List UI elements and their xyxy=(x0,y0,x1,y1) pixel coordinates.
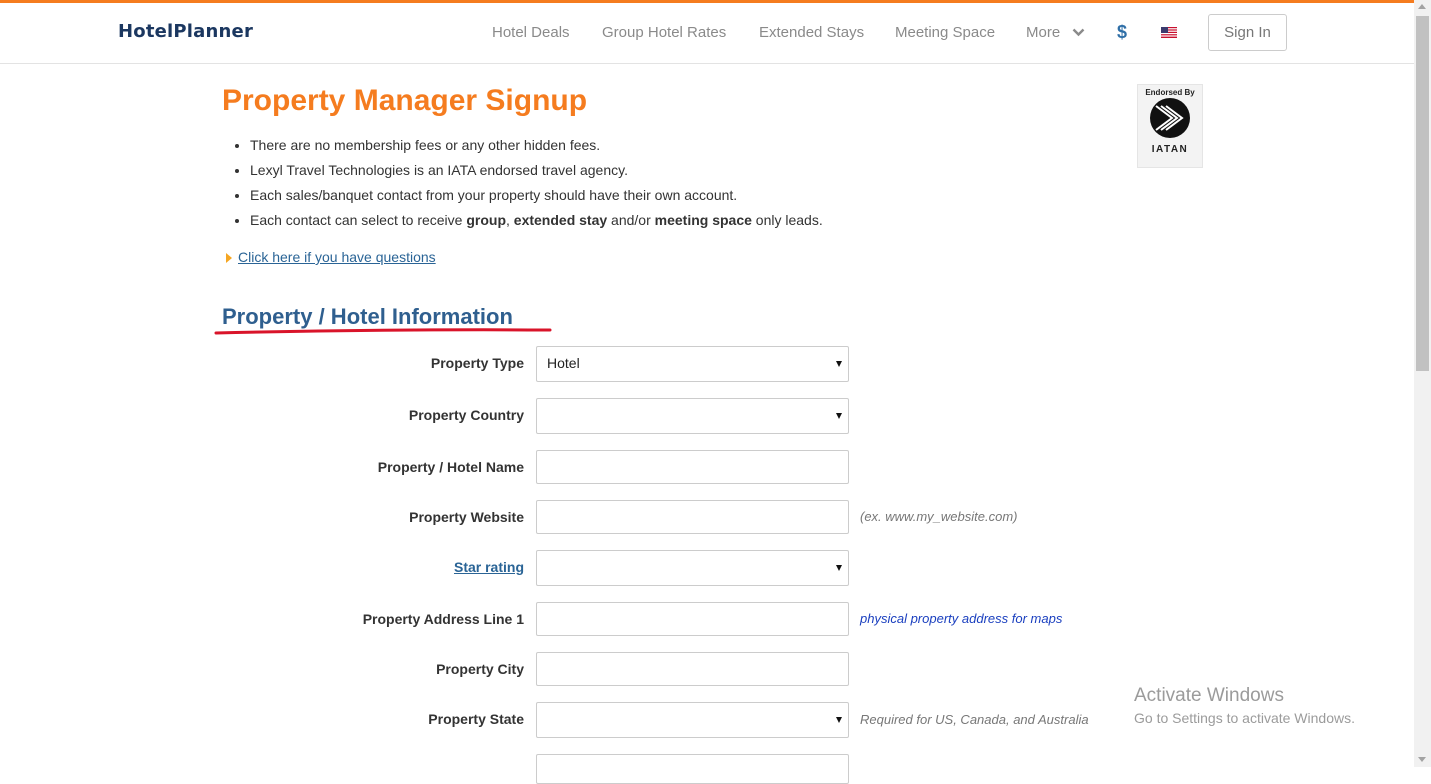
dropdown-arrow-icon xyxy=(836,565,842,571)
page-title: Property Manager Signup xyxy=(222,84,588,117)
list-item: Each sales/banquet contact from your pro… xyxy=(250,186,823,211)
property-type-select[interactable]: Hotel xyxy=(536,346,849,382)
address-line1-label: Property Address Line 1 xyxy=(362,611,524,627)
hotelplanner-logo[interactable]: HotelPlanner xyxy=(118,21,253,42)
iatan-badge: Endorsed By IATAN xyxy=(1137,84,1203,168)
property-name-input[interactable] xyxy=(536,450,849,484)
questions-link[interactable]: Click here if you have questions xyxy=(238,249,436,265)
postal-code-input[interactable] xyxy=(536,754,849,784)
property-website-input[interactable] xyxy=(536,500,849,534)
nav-more-label: More xyxy=(1026,24,1061,41)
dropdown-arrow-icon xyxy=(836,413,842,419)
property-country-select[interactable] xyxy=(536,398,849,434)
red-underline-annotation xyxy=(214,328,552,335)
nav-extended-stays[interactable]: Extended Stays xyxy=(759,24,864,41)
nav-hotel-deals[interactable]: Hotel Deals xyxy=(492,24,570,41)
address-line1-input[interactable] xyxy=(536,602,849,636)
scrollbar-thumb[interactable] xyxy=(1416,16,1429,371)
page-scrollbar[interactable] xyxy=(1414,0,1431,767)
currency-selector[interactable]: $ xyxy=(1117,22,1127,43)
state-hint: Required for US, Canada, and Australia xyxy=(860,712,1089,727)
dropdown-arrow-icon xyxy=(836,361,842,367)
list-item: There are no membership fees or any othe… xyxy=(250,136,823,161)
state-select[interactable] xyxy=(536,702,849,738)
windows-activation-watermark: Activate Windows Go to Settings to activ… xyxy=(1134,685,1355,726)
nav-more[interactable]: More xyxy=(1026,24,1085,41)
star-rating-label: Star rating xyxy=(454,559,524,575)
star-rating-select[interactable] xyxy=(536,550,849,586)
property-country-label: Property Country xyxy=(408,407,524,423)
scroll-up-arrow-icon[interactable] xyxy=(1418,4,1426,9)
property-name-label: Property / Hotel Name xyxy=(377,459,524,475)
questions-link-row: Click here if you have questions xyxy=(226,249,436,265)
list-item: Lexyl Travel Technologies is an IATA end… xyxy=(250,161,823,186)
sign-in-button[interactable]: Sign In xyxy=(1208,14,1287,51)
website-hint: (ex. www.my_website.com) xyxy=(860,509,1018,524)
state-label: Property State xyxy=(428,711,524,727)
dropdown-arrow-icon xyxy=(836,717,842,723)
scroll-down-arrow-icon[interactable] xyxy=(1418,757,1426,762)
iatan-logo-icon xyxy=(1150,98,1190,138)
star-rating-link[interactable]: Star rating xyxy=(454,559,524,575)
property-website-label: Property Website xyxy=(409,509,524,525)
chevron-down-icon xyxy=(1073,28,1085,36)
caret-right-icon xyxy=(226,253,232,264)
section-title: Property / Hotel Information xyxy=(222,304,513,329)
city-label: Property City xyxy=(436,661,524,677)
benefits-list: There are no membership fees or any othe… xyxy=(232,136,823,236)
nav-group-hotel-rates[interactable]: Group Hotel Rates xyxy=(602,24,726,41)
list-item: Each contact can select to receive group… xyxy=(250,211,823,236)
address-hint: physical property address for maps xyxy=(860,611,1063,626)
site-header: HotelPlanner Hotel Deals Group Hotel Rat… xyxy=(0,3,1414,64)
property-type-label: Property Type xyxy=(430,355,524,371)
us-flag-icon[interactable] xyxy=(1161,27,1177,38)
city-input[interactable] xyxy=(536,652,849,686)
nav-meeting-space[interactable]: Meeting Space xyxy=(895,24,995,41)
